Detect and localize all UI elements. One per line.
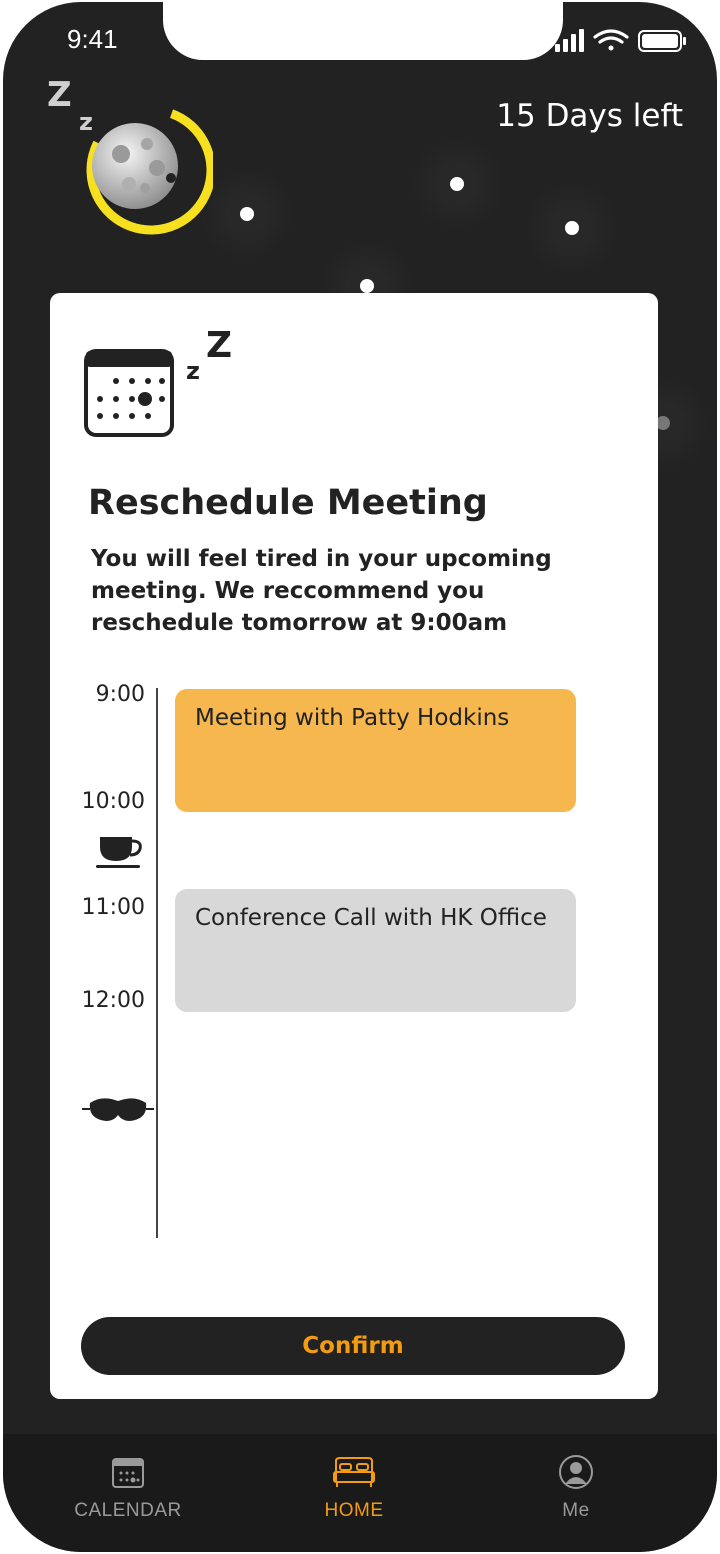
sleep-mask-icon	[82, 1098, 154, 1121]
svg-text:z: z	[186, 357, 200, 385]
event-title: Meeting with Patty Hodkins	[195, 705, 510, 731]
tab-label: HOME	[324, 1500, 384, 1521]
star	[450, 177, 464, 191]
time-label: 11:00	[81, 895, 145, 920]
sleep-z-icon: Z z	[47, 75, 93, 136]
svg-text:Z: Z	[47, 75, 72, 115]
moon-progress-logo: Z z	[47, 75, 213, 235]
notch	[163, 2, 563, 60]
tab-me[interactable]: Me	[506, 1452, 646, 1522]
bed-icon	[333, 1457, 375, 1487]
event-meeting-patty-hodkins[interactable]: Meeting with Patty Hodkins	[175, 689, 576, 812]
tab-label: Me	[562, 1500, 590, 1521]
star	[360, 279, 374, 293]
wifi-icon	[593, 29, 629, 51]
star	[656, 416, 670, 430]
status-time: 9:41	[67, 24, 118, 54]
signal-icon	[555, 29, 584, 52]
svg-text:z: z	[79, 108, 93, 136]
status-icons	[555, 29, 686, 52]
svg-text:Z: Z	[206, 325, 232, 366]
time-label: 12:00	[81, 988, 145, 1013]
tab-bar: CALENDAR HOME Me	[3, 1434, 717, 1552]
card-title: Reschedule Meeting	[88, 483, 488, 523]
event-conference-call[interactable]: Conference Call with HK Office	[175, 889, 576, 1012]
calendar-sleep-icon: Z z	[84, 325, 232, 437]
star	[240, 207, 254, 221]
coffee-cup-icon	[96, 837, 142, 868]
battery-icon	[638, 30, 686, 52]
calendar-icon	[112, 1458, 144, 1488]
phone-screen: 9:41 15 Days left Z z Z z Reschedule Mee…	[3, 2, 717, 1552]
star	[565, 221, 579, 235]
confirm-button[interactable]: Confirm	[81, 1317, 625, 1375]
card-message: You will feel tired in your upcoming mee…	[91, 546, 552, 636]
event-title: Conference Call with HK Office	[195, 905, 547, 931]
tab-calendar[interactable]: CALENDAR	[58, 1452, 198, 1522]
timeline-line	[156, 688, 158, 1238]
profile-icon	[559, 1455, 593, 1489]
time-label: 9:00	[95, 682, 145, 707]
tab-label: CALENDAR	[74, 1500, 182, 1521]
reschedule-card: Z z Reschedule Meeting You will feel tir…	[50, 293, 658, 1399]
days-left-label: 15 Days left	[496, 98, 683, 134]
moon-icon	[92, 123, 178, 209]
tab-home[interactable]: HOME	[284, 1452, 424, 1522]
time-label: 10:00	[81, 789, 145, 814]
